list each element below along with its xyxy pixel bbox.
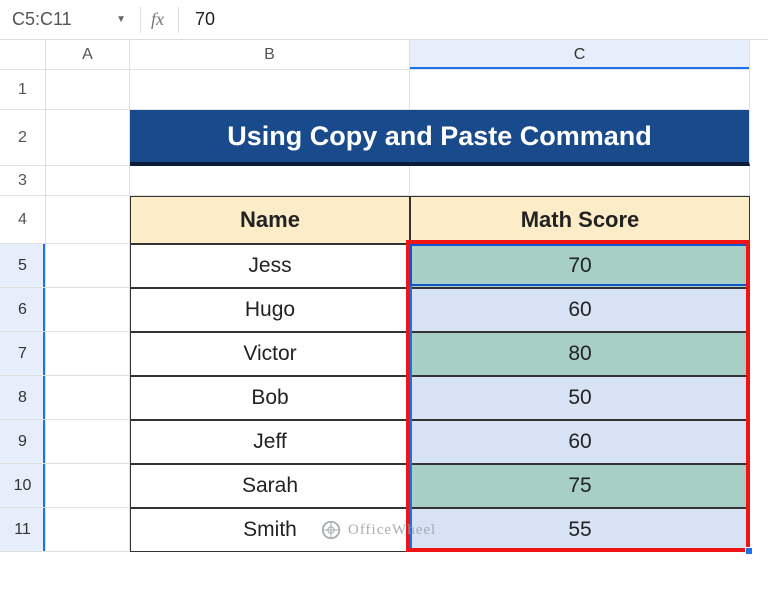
cell-A2[interactable] [46,110,130,166]
cell-A6[interactable] [46,288,130,332]
divider [140,7,141,33]
cell-C3[interactable] [410,166,750,196]
row-header-11[interactable]: 11 [0,508,46,552]
select-all-corner[interactable] [0,40,46,70]
fx-icon[interactable]: fx [147,9,174,30]
cell-A5[interactable] [46,244,130,288]
name-cell[interactable]: Victor [130,332,410,376]
row-header-6[interactable]: 6 [0,288,46,332]
row-header-4[interactable]: 4 [0,196,46,244]
row-header-9[interactable]: 9 [0,420,46,464]
row-header-10[interactable]: 10 [0,464,46,508]
title-banner[interactable]: Using Copy and Paste Command [130,110,750,166]
title-text: Using Copy and Paste Command [227,121,652,152]
name-cell[interactable]: Bob [130,376,410,420]
name-box[interactable]: C5:C11 ▼ [4,5,134,34]
cell-A9[interactable] [46,420,130,464]
name-cell[interactable]: Jeff [130,420,410,464]
dropdown-icon[interactable]: ▼ [116,14,126,25]
row-header-7[interactable]: 7 [0,332,46,376]
watermark-text: OfficeWheel [348,522,436,539]
score-cell[interactable]: 60 [410,420,750,464]
cell-A10[interactable] [46,464,130,508]
cell-A4[interactable] [46,196,130,244]
col-header-B[interactable]: B [130,40,410,70]
row-header-8[interactable]: 8 [0,376,46,420]
score-cell[interactable]: 75 [410,464,750,508]
formula-bar: C5:C11 ▼ fx 70 [0,0,768,40]
cell-C1[interactable] [410,70,750,110]
fill-handle[interactable] [745,547,753,555]
spreadsheet-grid[interactable]: A B C 1 2 Using Copy and Paste Command 3… [0,40,768,552]
row-header-1[interactable]: 1 [0,70,46,110]
formula-input[interactable]: 70 [195,9,215,30]
name-cell[interactable]: Jess [130,244,410,288]
cell-B3[interactable] [130,166,410,196]
col-header-C[interactable]: C [410,40,750,70]
score-cell[interactable]: 80 [410,332,750,376]
row-header-2[interactable]: 2 [0,110,46,166]
divider [178,7,179,33]
score-cell[interactable]: 70 [410,244,750,288]
header-score[interactable]: Math Score [410,196,750,244]
cell-A7[interactable] [46,332,130,376]
score-cell[interactable]: 55 [410,508,750,552]
row-header-5[interactable]: 5 [0,244,46,288]
col-header-A[interactable]: A [46,40,130,70]
row-header-3[interactable]: 3 [0,166,46,196]
watermark: OfficeWheel [320,519,436,541]
cell-A11[interactable] [46,508,130,552]
cell-B1[interactable] [130,70,410,110]
logo-icon [320,519,342,541]
score-cell[interactable]: 50 [410,376,750,420]
header-name[interactable]: Name [130,196,410,244]
name-box-value: C5:C11 [12,9,72,30]
name-cell[interactable]: Sarah [130,464,410,508]
score-cell[interactable]: 60 [410,288,750,332]
name-cell[interactable]: Hugo [130,288,410,332]
cell-A8[interactable] [46,376,130,420]
cell-A3[interactable] [46,166,130,196]
cell-A1[interactable] [46,70,130,110]
